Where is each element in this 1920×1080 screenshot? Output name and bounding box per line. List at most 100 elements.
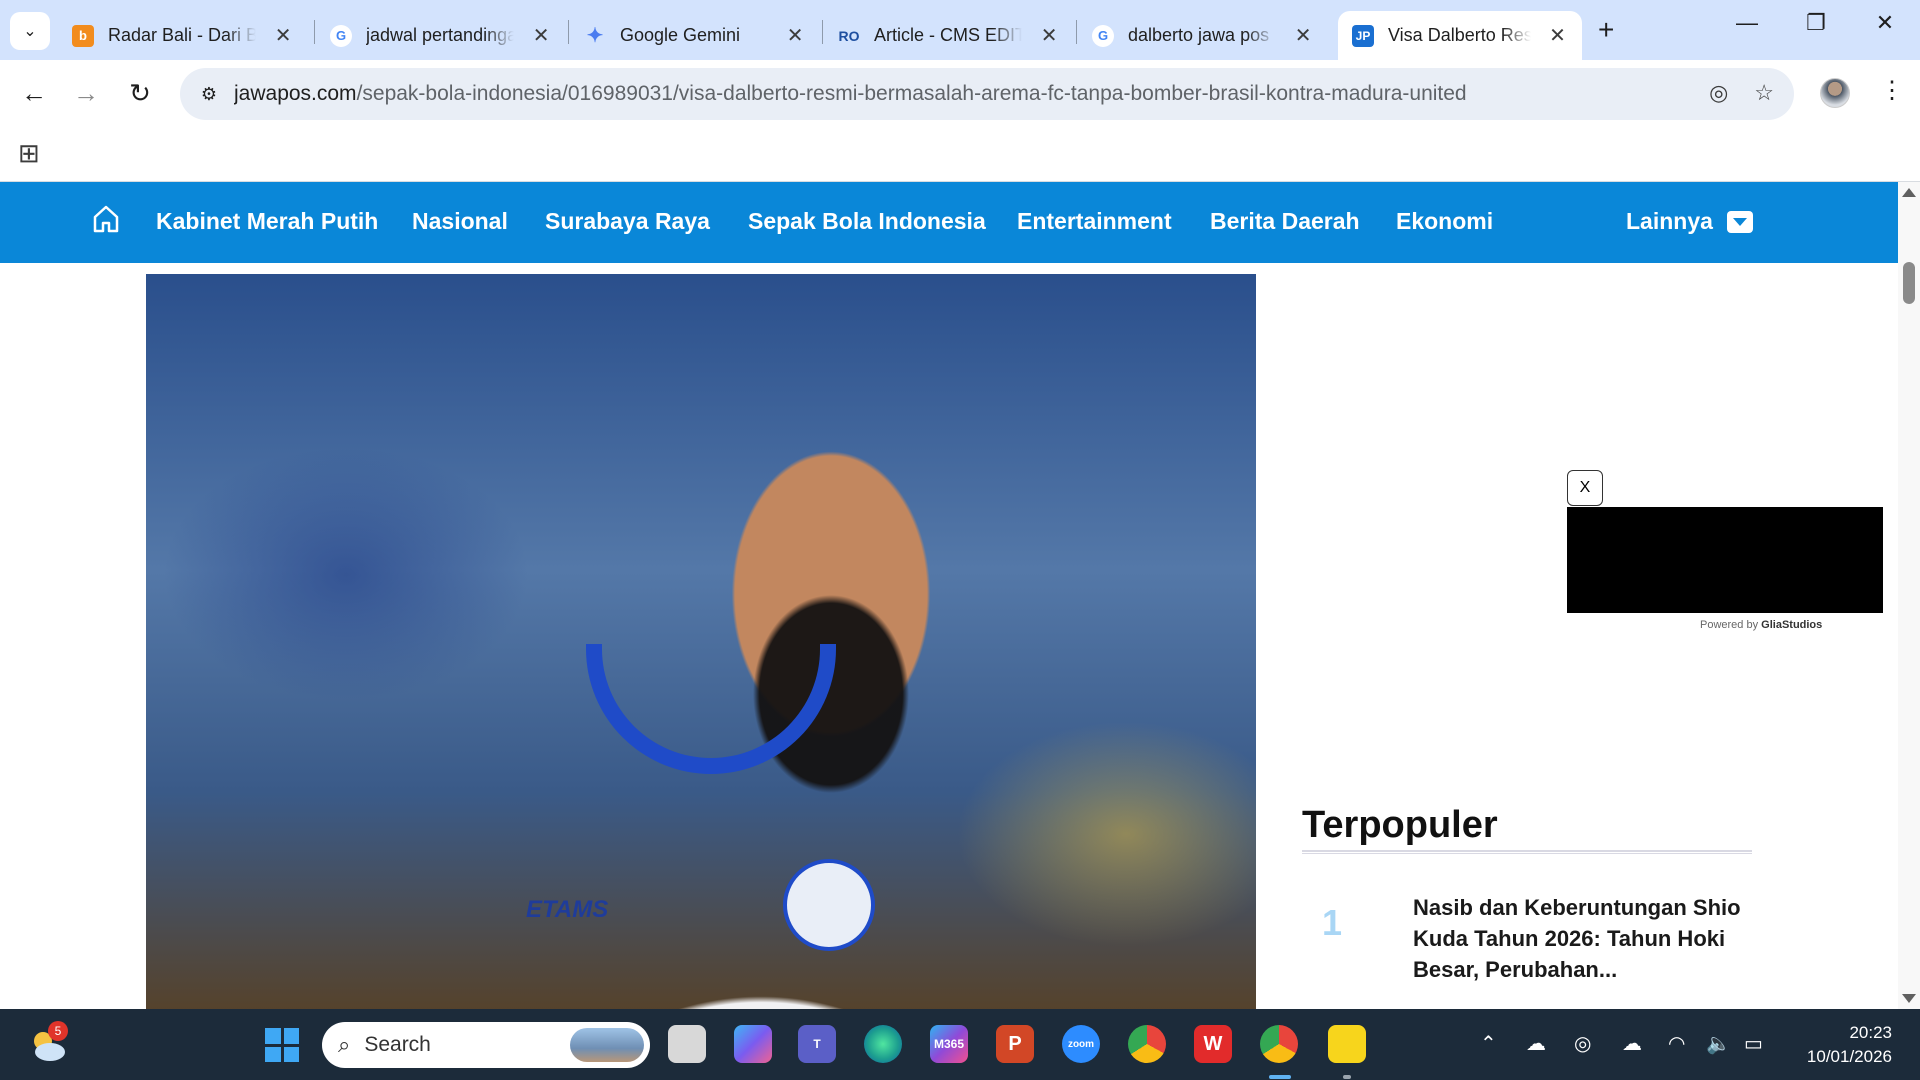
new-tab-button[interactable]: +: [1598, 14, 1614, 46]
video-ad[interactable]: [1567, 507, 1883, 613]
location-icon[interactable]: ◎: [1574, 1031, 1591, 1056]
popular-heading: Terpopuler: [1302, 804, 1498, 846]
ad-powered-by: Powered by GliaStudios: [1700, 619, 1823, 631]
chevron-up-icon[interactable]: ⌃: [1480, 1031, 1497, 1056]
cloud-off-icon[interactable]: ☁: [1622, 1031, 1642, 1056]
nav-ekonomi[interactable]: Ekonomi: [1396, 208, 1493, 235]
edge-icon[interactable]: [864, 1025, 902, 1063]
nav-lainnya-dropdown[interactable]: Lainnya: [1626, 208, 1753, 235]
wps-office-icon[interactable]: W: [1194, 1025, 1232, 1063]
task-view-icon[interactable]: [668, 1025, 706, 1063]
bookmarks-bar: ⊞: [0, 130, 1920, 182]
wifi-icon[interactable]: ◠: [1668, 1031, 1685, 1056]
article-hero-image: ETAMS: [146, 274, 1256, 1009]
nav-lainnya-label: Lainnya: [1626, 208, 1713, 234]
nav-berita-daerah[interactable]: Berita Daerah: [1210, 208, 1360, 235]
forward-arrow-icon[interactable]: →: [68, 78, 104, 109]
tab-jadwal-pertandingan[interactable]: G jadwal pertandinga ✕: [316, 11, 566, 60]
three-dots-icon[interactable]: ⋮: [1880, 76, 1904, 105]
close-tab-icon[interactable]: ✕: [272, 23, 294, 48]
star-icon[interactable]: ☆: [1754, 80, 1774, 106]
home-icon[interactable]: [92, 204, 120, 234]
url-text[interactable]: jawapos.com/sepak-bola-indonesia/0169890…: [234, 82, 1467, 106]
copilot-icon[interactable]: [734, 1025, 772, 1063]
cms-favicon-icon: RO: [838, 27, 860, 44]
jawapos-favicon-icon: JP: [1352, 24, 1374, 47]
google-favicon-icon: G: [330, 24, 352, 47]
onedrive-icon[interactable]: ☁: [1526, 1031, 1546, 1056]
search-icon: ⌕: [338, 1032, 351, 1057]
chrome-icon[interactable]: [1128, 1025, 1166, 1063]
tab-dalberto-search[interactable]: G dalberto jawa pos ✕: [1078, 11, 1328, 60]
volume-icon[interactable]: 🔈: [1706, 1031, 1731, 1056]
scroll-thumb[interactable]: [1903, 262, 1915, 304]
clock-time: 20:23: [1849, 1023, 1892, 1042]
tab-article-cms[interactable]: RO Article - CMS EDITO ✕: [824, 11, 1074, 60]
close-tab-icon[interactable]: ✕: [1038, 23, 1060, 48]
tab-title: Article - CMS EDITO: [874, 25, 1023, 45]
clock-date: 10/01/2026: [1806, 1047, 1892, 1066]
minimize-button[interactable]: —: [1722, 10, 1772, 36]
close-tab-icon[interactable]: ✕: [530, 23, 552, 48]
nav-kabinet-merah-putih[interactable]: Kabinet Merah Putih: [156, 208, 378, 235]
jersey-collar: [586, 644, 836, 774]
site-navigation: Kabinet Merah Putih Nasional Surabaya Ra…: [0, 182, 1898, 263]
profile-avatar[interactable]: [1820, 78, 1850, 108]
tab-google-gemini[interactable]: ✦ Google Gemini ✕: [570, 11, 820, 60]
heading-divider: [1302, 850, 1752, 854]
search-label: Search: [364, 1033, 431, 1056]
reload-icon[interactable]: ↻: [122, 78, 158, 109]
tab-title: Visa Dalberto Resm: [1388, 25, 1532, 45]
nav-nasional[interactable]: Nasional: [412, 208, 508, 235]
radar-bali-favicon-icon: b: [72, 24, 94, 47]
running-app-indicator: [1343, 1075, 1351, 1079]
popular-rank: 1: [1322, 902, 1343, 943]
close-window-button[interactable]: ✕: [1860, 10, 1910, 36]
tab-search-button[interactable]: ⌄: [10, 12, 50, 50]
nav-sepak-bola-indonesia[interactable]: Sepak Bola Indonesia: [748, 208, 986, 235]
teams-icon[interactable]: T: [798, 1025, 836, 1063]
tab-title: jadwal pertandinga: [366, 25, 515, 45]
tab-visa-dalberto[interactable]: JP Visa Dalberto Resm ✕: [1338, 11, 1582, 60]
tab-strip: ⌄ b Radar Bali - Dari Ba ✕ G jadwal pert…: [0, 0, 1920, 60]
gemini-favicon-icon: ✦: [586, 25, 604, 47]
weather-badge: 5: [48, 1021, 68, 1041]
scroll-up-icon[interactable]: [1902, 188, 1916, 197]
zoom-icon[interactable]: zoom: [1062, 1025, 1100, 1063]
close-tab-icon[interactable]: ✕: [784, 23, 806, 48]
back-arrow-icon[interactable]: ←: [16, 78, 52, 109]
chrome-profile-icon[interactable]: [1260, 1025, 1298, 1063]
sticky-notes-icon[interactable]: [1328, 1025, 1366, 1063]
club-crest: [783, 859, 875, 951]
apps-grid-icon[interactable]: ⊞: [18, 138, 40, 169]
web-page: Kabinet Merah Putih Nasional Surabaya Ra…: [0, 182, 1898, 1009]
eye-off-icon[interactable]: ◎: [1709, 80, 1728, 106]
system-clock[interactable]: 20:23 10/01/2026: [1796, 1021, 1892, 1069]
scroll-down-icon[interactable]: [1902, 994, 1916, 1003]
active-app-indicator: [1269, 1075, 1291, 1079]
close-tab-icon[interactable]: ✕: [1292, 23, 1314, 48]
powerpoint-icon[interactable]: P: [996, 1025, 1034, 1063]
tune-icon[interactable]: ⚙: [184, 84, 234, 105]
page-scrollbar[interactable]: [1898, 182, 1920, 1009]
restore-button[interactable]: ❐: [1791, 10, 1841, 36]
google-favicon-icon: G: [1092, 24, 1114, 47]
windows-start-icon[interactable]: [265, 1028, 299, 1062]
tab-title: Google Gemini: [620, 25, 741, 45]
tab-radar-bali[interactable]: b Radar Bali - Dari Ba ✕: [58, 11, 308, 60]
taskbar-search[interactable]: ⌕ Search: [322, 1022, 650, 1068]
popular-item-link[interactable]: Nasib dan Keberuntungan Shio Kuda Tahun …: [1413, 892, 1753, 985]
windows-taskbar: 5 ⌕ Search T M365 P zoom W ⌃ ☁ ◎ ☁ ◠ 🔈 ▭…: [0, 1009, 1920, 1080]
nav-surabaya-raya[interactable]: Surabaya Raya: [545, 208, 710, 235]
m365-icon[interactable]: M365: [930, 1025, 968, 1063]
ad-close-button[interactable]: X: [1567, 470, 1603, 506]
close-tab-icon[interactable]: ✕: [1547, 23, 1568, 48]
browser-toolbar: ← → ↻ ⚙ jawapos.com/sepak-bola-indonesia…: [0, 60, 1920, 130]
tab-title: dalberto jawa pos: [1128, 25, 1270, 45]
address-bar[interactable]: ⚙ jawapos.com/sepak-bola-indonesia/01698…: [180, 68, 1794, 120]
battery-icon[interactable]: ▭: [1744, 1031, 1763, 1056]
chevron-down-icon: ⌄: [23, 23, 37, 40]
nav-entertainment[interactable]: Entertainment: [1017, 208, 1172, 235]
caret-down-icon: [1726, 210, 1753, 233]
jersey-sponsor-text: ETAMS: [526, 896, 609, 923]
